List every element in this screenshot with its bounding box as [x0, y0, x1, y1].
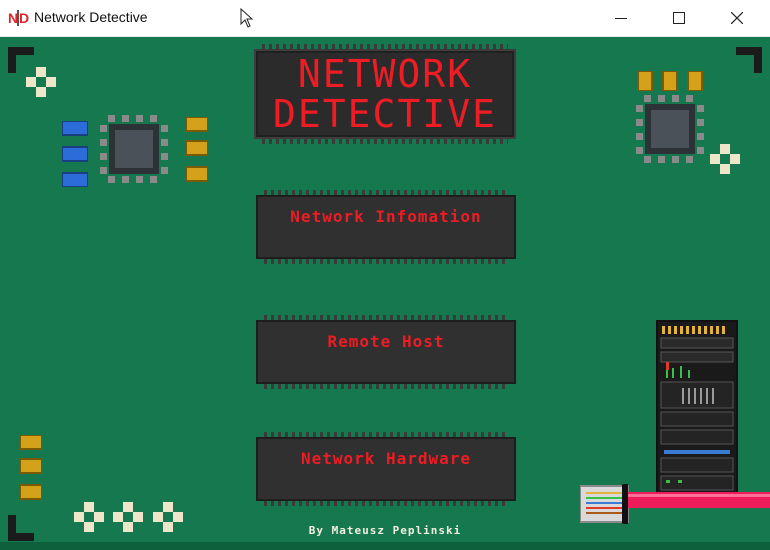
window-titlebar: N D Network Detective	[0, 0, 770, 37]
author-credit: By Mateusz Peplinski	[308, 524, 462, 537]
window-title: Network Detective	[34, 9, 148, 25]
app-title-chip: NETWORK DETECTIVE	[254, 44, 516, 144]
minimize-button[interactable]	[592, 0, 650, 36]
processor-chip-icon	[100, 115, 168, 183]
network-hardware-button[interactable]: Network Hardware	[256, 432, 516, 506]
remote-host-button[interactable]: Remote Host	[256, 315, 516, 389]
capacitor-icon	[637, 71, 703, 91]
chip-pins	[262, 139, 508, 144]
mouse-cursor-icon	[240, 8, 254, 28]
svg-text:N: N	[8, 10, 18, 26]
board-bottom-edge	[0, 542, 770, 550]
capacitor-icon	[186, 117, 208, 182]
app-title-line1: NETWORK	[297, 52, 473, 96]
remote-host-label: Remote Host	[327, 332, 445, 351]
minimize-icon	[615, 18, 627, 19]
chip-pins	[264, 315, 508, 320]
capacitor-icon	[20, 435, 42, 500]
close-icon	[731, 12, 743, 24]
chip-pins	[264, 190, 508, 195]
server-rack-icon	[656, 320, 738, 498]
chip-pins	[264, 432, 508, 437]
svg-text:D: D	[19, 10, 29, 26]
maximize-button[interactable]	[650, 0, 708, 36]
chip-pins	[264, 384, 508, 389]
network-information-button[interactable]: Network Infomation	[256, 190, 516, 264]
app-logo-icon: N D	[8, 10, 29, 26]
corner-bracket-icon	[736, 47, 762, 73]
blue-led-icon	[62, 121, 88, 187]
network-cable-icon	[580, 484, 770, 524]
network-hardware-label: Network Hardware	[300, 449, 472, 468]
chip-pins	[264, 259, 508, 264]
chip-pins	[262, 44, 508, 49]
processor-chip-icon	[636, 95, 704, 163]
circuit-board-background: NETWORK DETECTIVE Network Infomation Rem…	[0, 37, 770, 550]
network-information-label: Network Infomation	[290, 207, 482, 226]
solder-pad-icon	[710, 144, 740, 174]
close-button[interactable]	[708, 0, 766, 36]
maximize-icon	[673, 12, 685, 24]
chip-pins	[264, 501, 508, 506]
app-title-line2: DETECTIVE	[273, 92, 497, 136]
solder-pad-icon	[26, 67, 56, 97]
